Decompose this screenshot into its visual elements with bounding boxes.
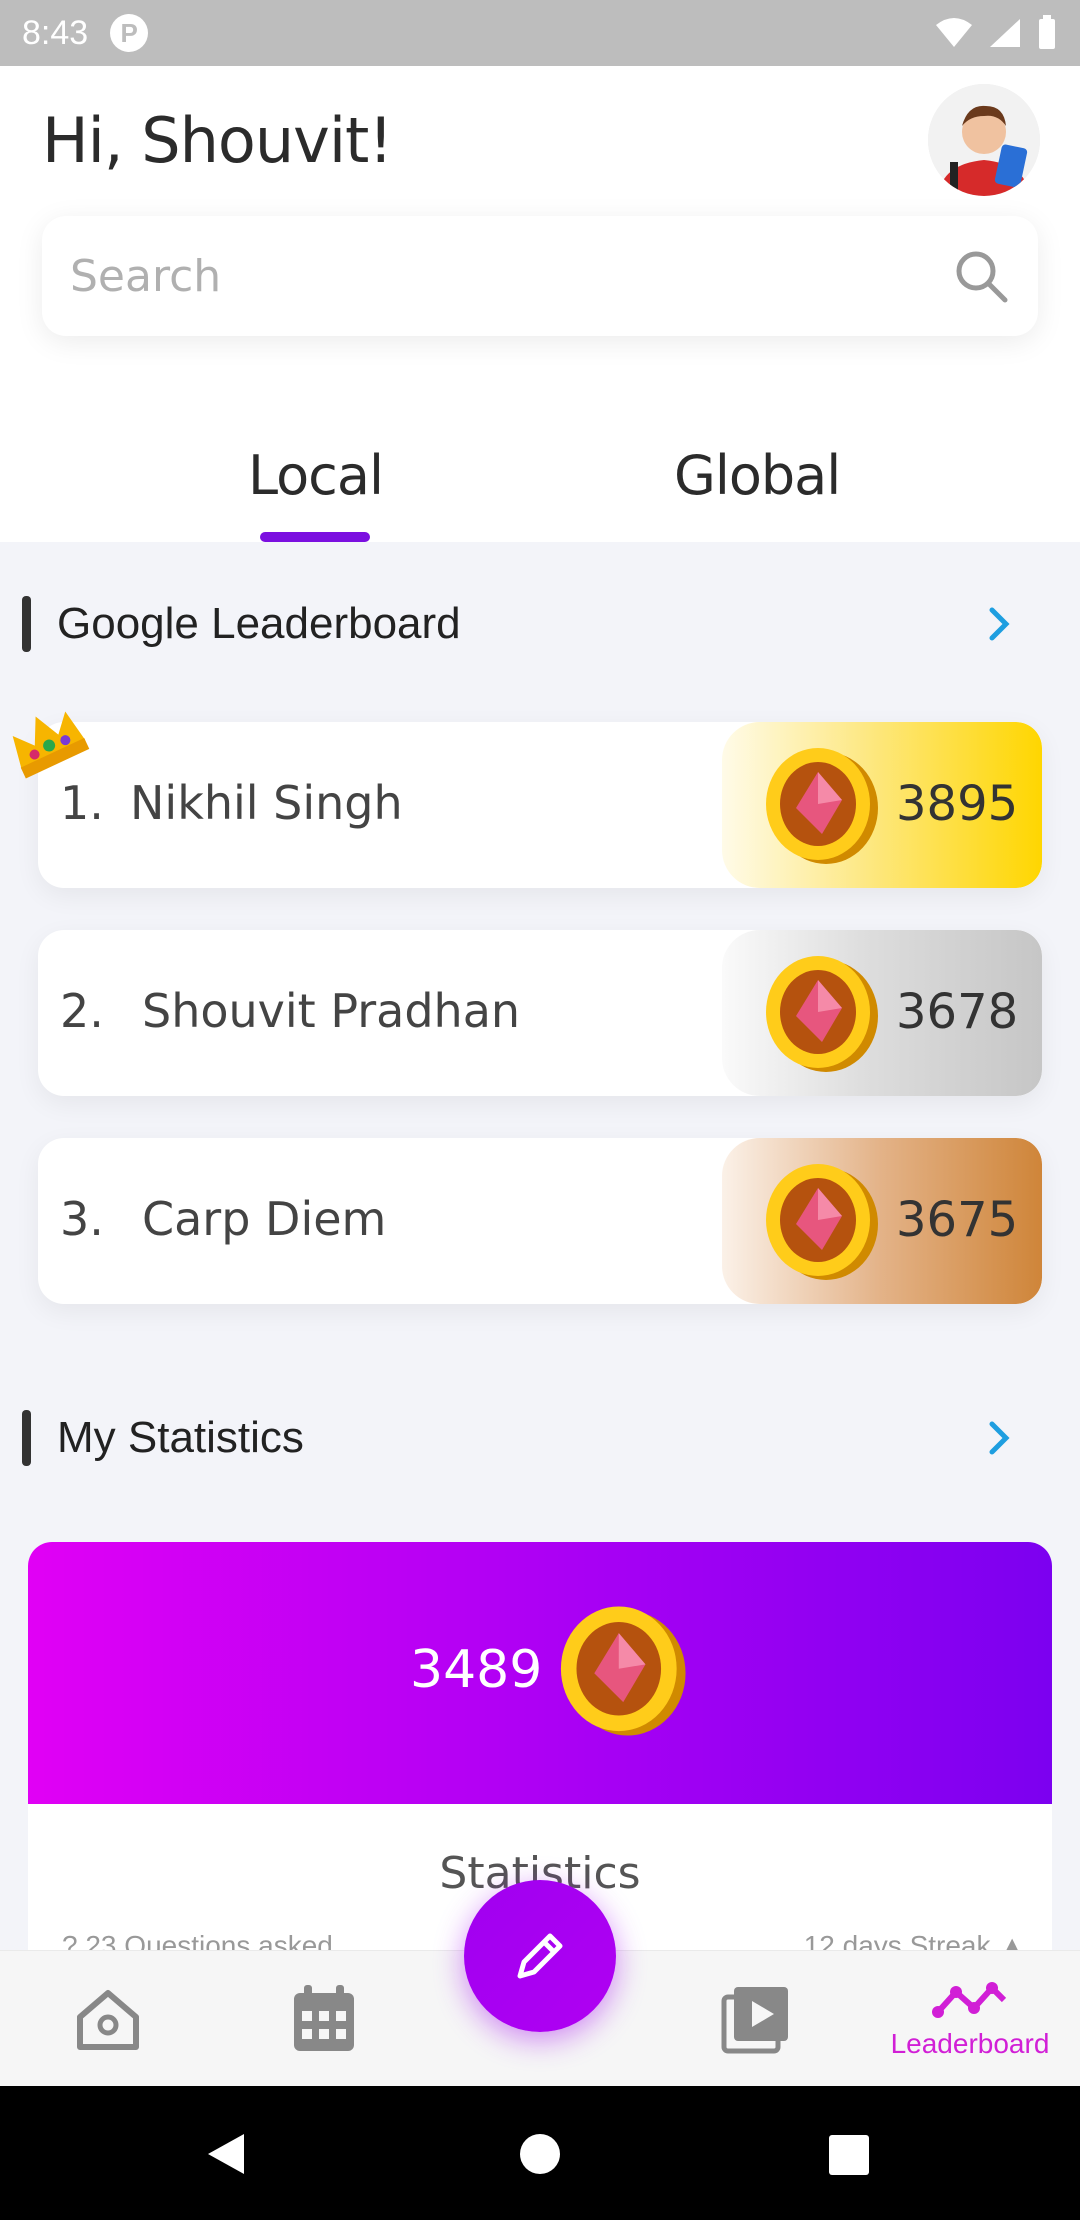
greeting-title: Hi, Shouvit! — [42, 104, 393, 177]
crown-icon — [12, 711, 90, 779]
search-input[interactable] — [70, 250, 952, 302]
recents-icon[interactable] — [828, 2134, 870, 2176]
status-indicators — [934, 15, 1058, 51]
tab-bar: Local Global — [0, 396, 1080, 542]
section-accent-bar — [22, 596, 31, 652]
search-icon[interactable] — [952, 247, 1010, 305]
leaderboard-row[interactable]: 1. Nikhil Singh 3895 — [38, 722, 1042, 888]
nav-leaderboard[interactable]: Leaderboard — [880, 1951, 1060, 2087]
leaderboard-section-header[interactable]: Google Leaderboard — [22, 596, 1062, 652]
avatar[interactable] — [928, 84, 1040, 196]
player-name: Carp Diem — [142, 1192, 387, 1246]
leaderboard-row[interactable]: 3. Carp Diem 3675 — [38, 1138, 1042, 1304]
tab-global[interactable]: Global — [674, 444, 841, 507]
player-name: Nikhil Singh — [130, 776, 403, 830]
search-box[interactable] — [42, 216, 1038, 336]
leaderboard-icon — [932, 1982, 1007, 2018]
tab-active-indicator — [260, 532, 370, 542]
header: Hi, Shouvit! — [0, 66, 1080, 396]
nav-home[interactable] — [58, 1951, 158, 2087]
coin-icon — [766, 748, 878, 864]
score-value: 3675 — [896, 1192, 1019, 1248]
statistics-title: My Statistics — [57, 1413, 304, 1462]
user-avatar-image — [928, 84, 1040, 196]
video-library-icon — [721, 1987, 788, 2054]
score-value: 3678 — [896, 984, 1019, 1040]
nav-leaderboard-label: Leaderboard — [890, 2028, 1050, 2059]
statistics-section-header[interactable]: My Statistics — [22, 1410, 1062, 1466]
section-accent-bar — [22, 1410, 31, 1466]
home-icon — [77, 1990, 139, 2050]
leaderboard-row[interactable]: 2. Shouvit Pradhan 3678 — [38, 930, 1042, 1096]
status-time: 8:43 — [22, 13, 89, 52]
coin-icon — [766, 956, 878, 1072]
rank-number: 2. — [60, 984, 104, 1038]
wifi-icon — [936, 18, 972, 47]
coin-icon — [766, 1164, 878, 1280]
system-navigation-bar — [0, 2086, 1080, 2220]
chevron-right-icon[interactable] — [988, 1418, 1012, 1458]
tab-local[interactable]: Local — [248, 444, 384, 507]
battery-icon — [1039, 15, 1055, 49]
leaderboard-title: Google Leaderboard — [57, 599, 461, 648]
score-panel-gold: 3895 — [722, 722, 1042, 888]
coin-icon — [560, 1606, 686, 1736]
pencil-icon — [517, 1933, 563, 1979]
calendar-icon — [294, 1985, 354, 2051]
nav-videos[interactable] — [706, 1951, 806, 2087]
total-coins-value: 3489 — [410, 1640, 543, 1700]
score-panel-silver: 3678 — [722, 930, 1042, 1096]
status-bar: 8:43 P — [0, 0, 1080, 66]
cellular-signal-icon — [990, 19, 1020, 47]
home-button-icon[interactable] — [518, 2132, 562, 2176]
score-value: 3895 — [896, 776, 1019, 832]
compose-fab-button[interactable] — [464, 1880, 616, 2032]
notification-app-icon: P — [110, 14, 149, 52]
rank-number: 3. — [60, 1192, 104, 1246]
score-panel-bronze: 3675 — [722, 1138, 1042, 1304]
player-name: Shouvit Pradhan — [142, 984, 521, 1038]
nav-calendar[interactable] — [274, 1951, 374, 2087]
chevron-right-icon[interactable] — [988, 604, 1012, 644]
back-icon[interactable] — [204, 2130, 248, 2178]
statistics-banner: 3489 — [28, 1542, 1052, 1804]
